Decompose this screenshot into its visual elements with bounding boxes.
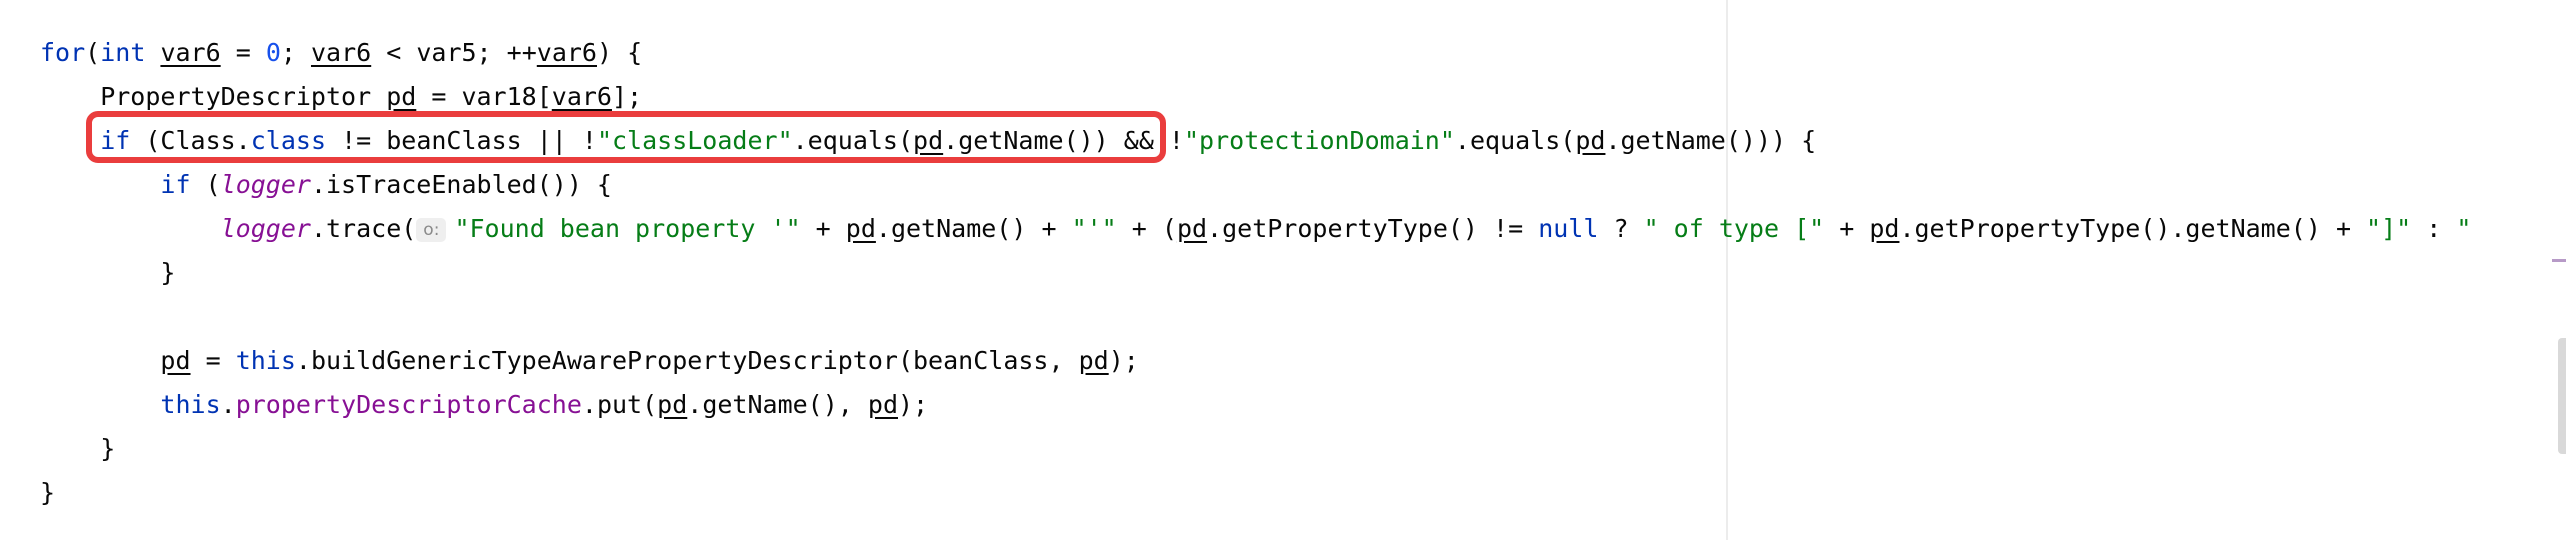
code-token: ); [898,390,929,419]
right-margin-guide [1726,0,1728,540]
code-token: var6 [160,38,221,67]
code-token: 0 [265,38,281,67]
code-line[interactable]: logger.trace(o: "Found bean property '" +… [40,212,2472,246]
overflow-marker [2552,259,2566,262]
code-line[interactable]: pd = this.buildGenericTypeAwarePropertyD… [40,344,1139,378]
code-token: "protectionDomain" [1183,126,1455,155]
code-token: < var5; ++ [371,38,537,67]
vertical-scrollbar-thumb[interactable] [2558,338,2566,454]
code-token: .getPropertyType() != [1207,214,1539,243]
code-token: propertyDescriptorCache [235,390,582,419]
code-token: ) { [597,38,643,67]
parameter-hint: o: [416,218,447,242]
code-line[interactable]: } [40,476,55,510]
code-line[interactable]: } [40,256,175,290]
code-token: pd [1575,126,1606,155]
code-token: pd [1078,346,1109,375]
code-token: ; [280,38,311,67]
code-token: " [2456,214,2472,243]
highlight-box [86,111,1166,163]
code-token: ); [1108,346,1139,375]
code-token: + [1824,214,1870,243]
code-token: "'" [1071,214,1117,243]
code-token: pd [845,214,876,243]
code-token: PropertyDescriptor [40,82,387,111]
code-token: . [220,390,236,419]
code-token: null [1538,214,1599,243]
code-token: : [2411,214,2457,243]
code-token: var6 [310,38,372,67]
code-line[interactable]: if (logger.isTraceEnabled()) { [40,168,612,202]
code-token: pd [160,346,191,375]
code-token: = [190,346,236,375]
code-token: .trace( [310,214,417,243]
code-token: } [40,258,176,287]
code-token: var6 [551,82,612,111]
code-token: "]" [2366,214,2412,243]
code-token: if [160,170,191,199]
code-token: } [40,478,56,507]
code-line[interactable]: } [40,432,115,466]
code-token: = var18[ [416,82,552,111]
code-token: ? [1598,214,1644,243]
code-token: + [800,214,846,243]
code-token: pd [1176,214,1208,243]
code-token: ( [85,38,101,67]
code-token: this [235,346,296,375]
code-token: this [160,390,221,419]
code-token: ]; [611,82,643,111]
code-token: .getPropertyType().getName() + [1899,214,2367,243]
code-token: .getName(), [687,390,868,419]
code-line[interactable]: PropertyDescriptor pd = var18[var6]; [40,80,642,114]
code-token: logger [220,214,311,243]
code-token: pd [386,82,417,111]
code-token: .equals( [1454,126,1576,155]
code-editor[interactable]: for(int var6 = 0; var6 < var5; ++var6) {… [0,0,2566,540]
code-token: "Found bean property '" [454,214,801,243]
code-token: var6 [536,38,597,67]
code-token: for [40,38,86,67]
code-token: + ( [1116,214,1177,243]
code-token: pd [657,390,688,419]
code-token: int [100,38,146,67]
code-token: pd [1869,214,1900,243]
code-line[interactable]: this.propertyDescriptorCache.put(pd.getN… [40,388,928,422]
code-token: .isTraceEnabled()) { [310,170,612,199]
code-token: } [40,434,116,463]
code-token: .buildGenericTypeAwarePropertyDescriptor… [295,346,1079,375]
code-token: .getName() + [875,214,1072,243]
code-token: .put( [581,390,658,419]
code-token: pd [867,390,898,419]
code-line[interactable]: for(int var6 = 0; var6 < var5; ++var6) { [40,36,642,70]
code-token: ( [190,170,221,199]
code-token: " of type [" [1643,214,1825,243]
code-token: = [220,38,266,67]
code-token: logger [220,170,311,199]
code-token: .getName())) { [1605,126,1817,155]
